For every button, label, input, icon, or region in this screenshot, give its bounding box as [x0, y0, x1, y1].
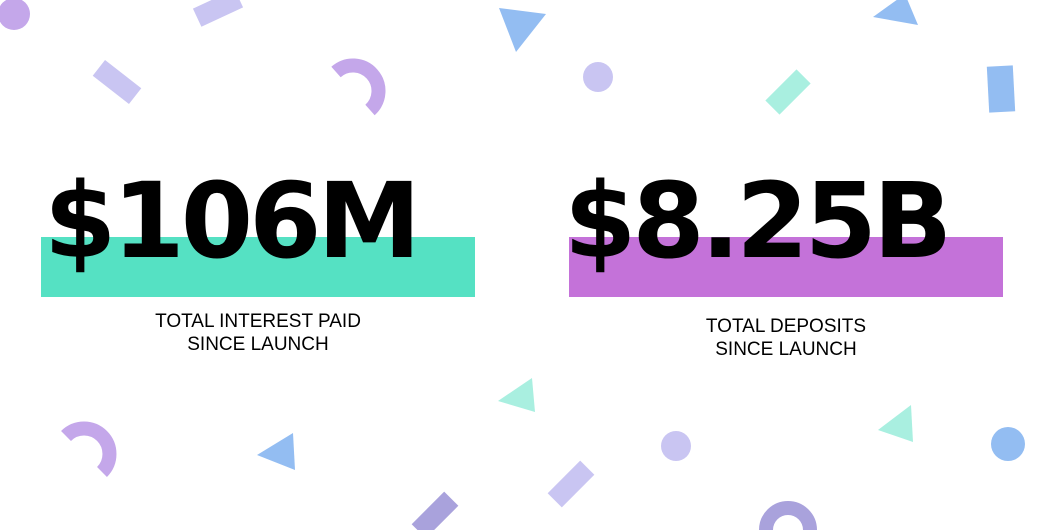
stat-caption: TOTAL INTEREST PAID SINCE LAUNCH [38, 310, 478, 356]
circle-shape [661, 431, 691, 461]
caption-line-2: SINCE LAUNCH [715, 339, 857, 360]
caption-line-2: SINCE LAUNCH [187, 334, 329, 355]
arc-shape [331, 58, 386, 116]
stat-interest-paid: $106M TOTAL INTEREST PAID SINCE LAUNCH [38, 165, 478, 356]
circle-shape [991, 427, 1025, 461]
triangle-shape [498, 378, 535, 412]
rectangle-shape [192, 0, 244, 27]
rectangle-shape [765, 69, 811, 115]
caption-line-1: TOTAL INTEREST PAID [155, 311, 361, 332]
stat-value: $106M [44, 160, 421, 282]
rectangle-shape [986, 65, 1016, 113]
circle-shape [583, 62, 613, 92]
circle-shape [0, 0, 30, 30]
arc-shape [61, 421, 117, 477]
rectangle-shape [411, 491, 459, 530]
stat-value-wrap: $106M [38, 165, 478, 300]
stat-total-deposits: $8.25B TOTAL DEPOSITS SINCE LAUNCH [564, 160, 1006, 361]
stat-caption: TOTAL DEPOSITS SINCE LAUNCH [566, 315, 1006, 361]
stat-value-wrap: $8.25B [564, 160, 1006, 300]
triangle-shape [257, 433, 295, 470]
arc-shape [759, 501, 817, 530]
rectangle-shape [92, 59, 142, 105]
rectangle-shape [547, 460, 595, 508]
triangle-shape [499, 8, 546, 52]
stat-value: $8.25B [564, 160, 952, 282]
triangle-shape [878, 405, 913, 442]
triangle-shape [873, 0, 918, 25]
caption-line-1: TOTAL DEPOSITS [705, 316, 867, 337]
